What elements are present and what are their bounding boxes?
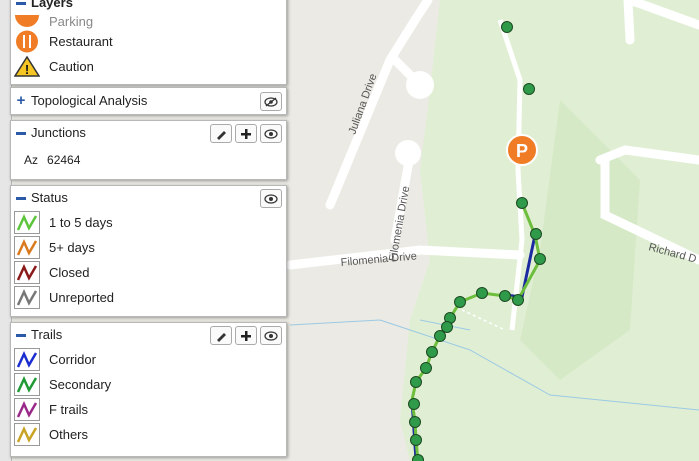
- trail-label: Corridor: [49, 352, 96, 367]
- status-item-5plus-days[interactable]: 5+ days: [11, 235, 286, 260]
- trail-node: [534, 253, 546, 265]
- trail-node: [410, 376, 422, 388]
- topological-analysis-panel: + Topological Analysis: [10, 87, 287, 115]
- collapse-trails-toggle[interactable]: [15, 323, 27, 347]
- trail-item-others[interactable]: Others: [11, 422, 286, 447]
- plus-icon: [241, 330, 251, 341]
- trails-header[interactable]: Trails: [11, 323, 286, 347]
- trail-node: [454, 296, 466, 308]
- layer-label: Restaurant: [49, 34, 113, 49]
- topological-analysis-title: Topological Analysis: [31, 93, 148, 108]
- status-item-closed[interactable]: Closed: [11, 260, 286, 285]
- status-label: Closed: [49, 265, 90, 280]
- add-junction-button[interactable]: [235, 124, 257, 143]
- status-label: Unreported: [49, 290, 115, 305]
- gray-line-swatch-icon: [14, 286, 40, 309]
- trail-node: [426, 346, 438, 358]
- edit-junctions-button[interactable]: [210, 124, 232, 143]
- trail-label: Secondary: [49, 377, 112, 392]
- trail-node: [409, 416, 421, 428]
- yellow-line-swatch-icon: [14, 423, 40, 446]
- trail-node: [410, 434, 422, 446]
- collapse-layers-toggle[interactable]: [15, 0, 27, 15]
- junctions-panel: Junctions Az 62464: [10, 120, 287, 180]
- svg-text:P: P: [516, 141, 528, 161]
- trail-node: [516, 197, 528, 209]
- layer-label: Parking: [49, 15, 94, 29]
- junctions-header[interactable]: Junctions: [11, 121, 286, 145]
- svg-text:!: !: [25, 62, 29, 77]
- purple-line-swatch-icon: [14, 398, 40, 421]
- plus-icon: [241, 128, 251, 139]
- blue-line-swatch-icon: [14, 348, 40, 371]
- red-line-swatch-icon: [14, 261, 40, 284]
- trail-node: [501, 21, 513, 33]
- orange-line-swatch-icon: [14, 236, 40, 259]
- layer-item-caution[interactable]: ! Caution: [11, 54, 286, 79]
- visibility-trails-button[interactable]: [260, 326, 282, 345]
- trail-node: [441, 321, 453, 333]
- visibility-junctions-button[interactable]: [260, 124, 282, 143]
- junction-count: 62464: [47, 153, 81, 167]
- layers-panel-title: Layers: [31, 0, 73, 10]
- trail-node: [512, 294, 524, 306]
- status-item-unreported[interactable]: Unreported: [11, 285, 286, 310]
- layer-label: Caution: [49, 59, 94, 74]
- green-line-swatch-icon: [14, 211, 40, 234]
- caution-icon: !: [14, 55, 40, 78]
- status-item-1-to-5-days[interactable]: 1 to 5 days: [11, 210, 286, 235]
- junctions-title: Junctions: [31, 125, 86, 140]
- eye-icon: [264, 193, 278, 204]
- add-trail-button[interactable]: [235, 326, 257, 345]
- trail-node: [420, 362, 432, 374]
- layer-item-parking[interactable]: Parking: [11, 15, 286, 29]
- status-title: Status: [31, 190, 68, 205]
- trail-node: [412, 454, 424, 461]
- expand-topological-toggle[interactable]: +: [15, 88, 27, 112]
- topological-analysis-header[interactable]: + Topological Analysis: [11, 88, 286, 114]
- parking-icon: [14, 15, 40, 29]
- parking-marker[interactable]: P: [506, 134, 538, 166]
- status-panel: Status 1 to 5 days 5+ days Closed Unrepo…: [10, 185, 287, 317]
- status-label: 5+ days: [49, 240, 95, 255]
- trail-node: [499, 290, 511, 302]
- trail-item-f-trails[interactable]: F trails: [11, 397, 286, 422]
- collapse-junctions-toggle[interactable]: [15, 121, 27, 145]
- visibility-status-button[interactable]: [260, 189, 282, 208]
- trail-node: [408, 398, 420, 410]
- restaurant-icon: [14, 30, 40, 53]
- trail-item-corridor[interactable]: Corridor: [11, 347, 286, 372]
- status-label: 1 to 5 days: [49, 215, 113, 230]
- trail-label: F trails: [49, 402, 88, 417]
- visibility-hidden-button[interactable]: [260, 92, 282, 111]
- junction-prefix: Az: [24, 153, 39, 167]
- pencil-icon: [217, 332, 226, 342]
- collapse-status-toggle[interactable]: [15, 186, 27, 210]
- eye-icon: [264, 128, 278, 139]
- junction-summary-row: Az 62464: [11, 145, 286, 175]
- layers-panel-header[interactable]: Layers: [11, 0, 286, 15]
- trail-label: Others: [49, 427, 89, 442]
- trails-panel: Trails Corridor Secondary F trails Other…: [10, 322, 287, 457]
- layers-panel: Layers Parking Restaurant ! Caution: [10, 0, 287, 85]
- layer-item-restaurant[interactable]: Restaurant: [11, 29, 286, 54]
- trails-title: Trails: [31, 327, 63, 342]
- pencil-icon: [217, 130, 226, 140]
- eye-icon: [264, 330, 278, 341]
- trail-node: [434, 330, 446, 342]
- edit-trails-button[interactable]: [210, 326, 232, 345]
- trail-node: [530, 228, 542, 240]
- eye-slash-icon: [264, 96, 278, 107]
- status-header[interactable]: Status: [11, 186, 286, 210]
- trail-node: [523, 83, 535, 95]
- green-line-swatch-icon: [14, 373, 40, 396]
- trail-item-secondary[interactable]: Secondary: [11, 372, 286, 397]
- trail-node: [476, 287, 488, 299]
